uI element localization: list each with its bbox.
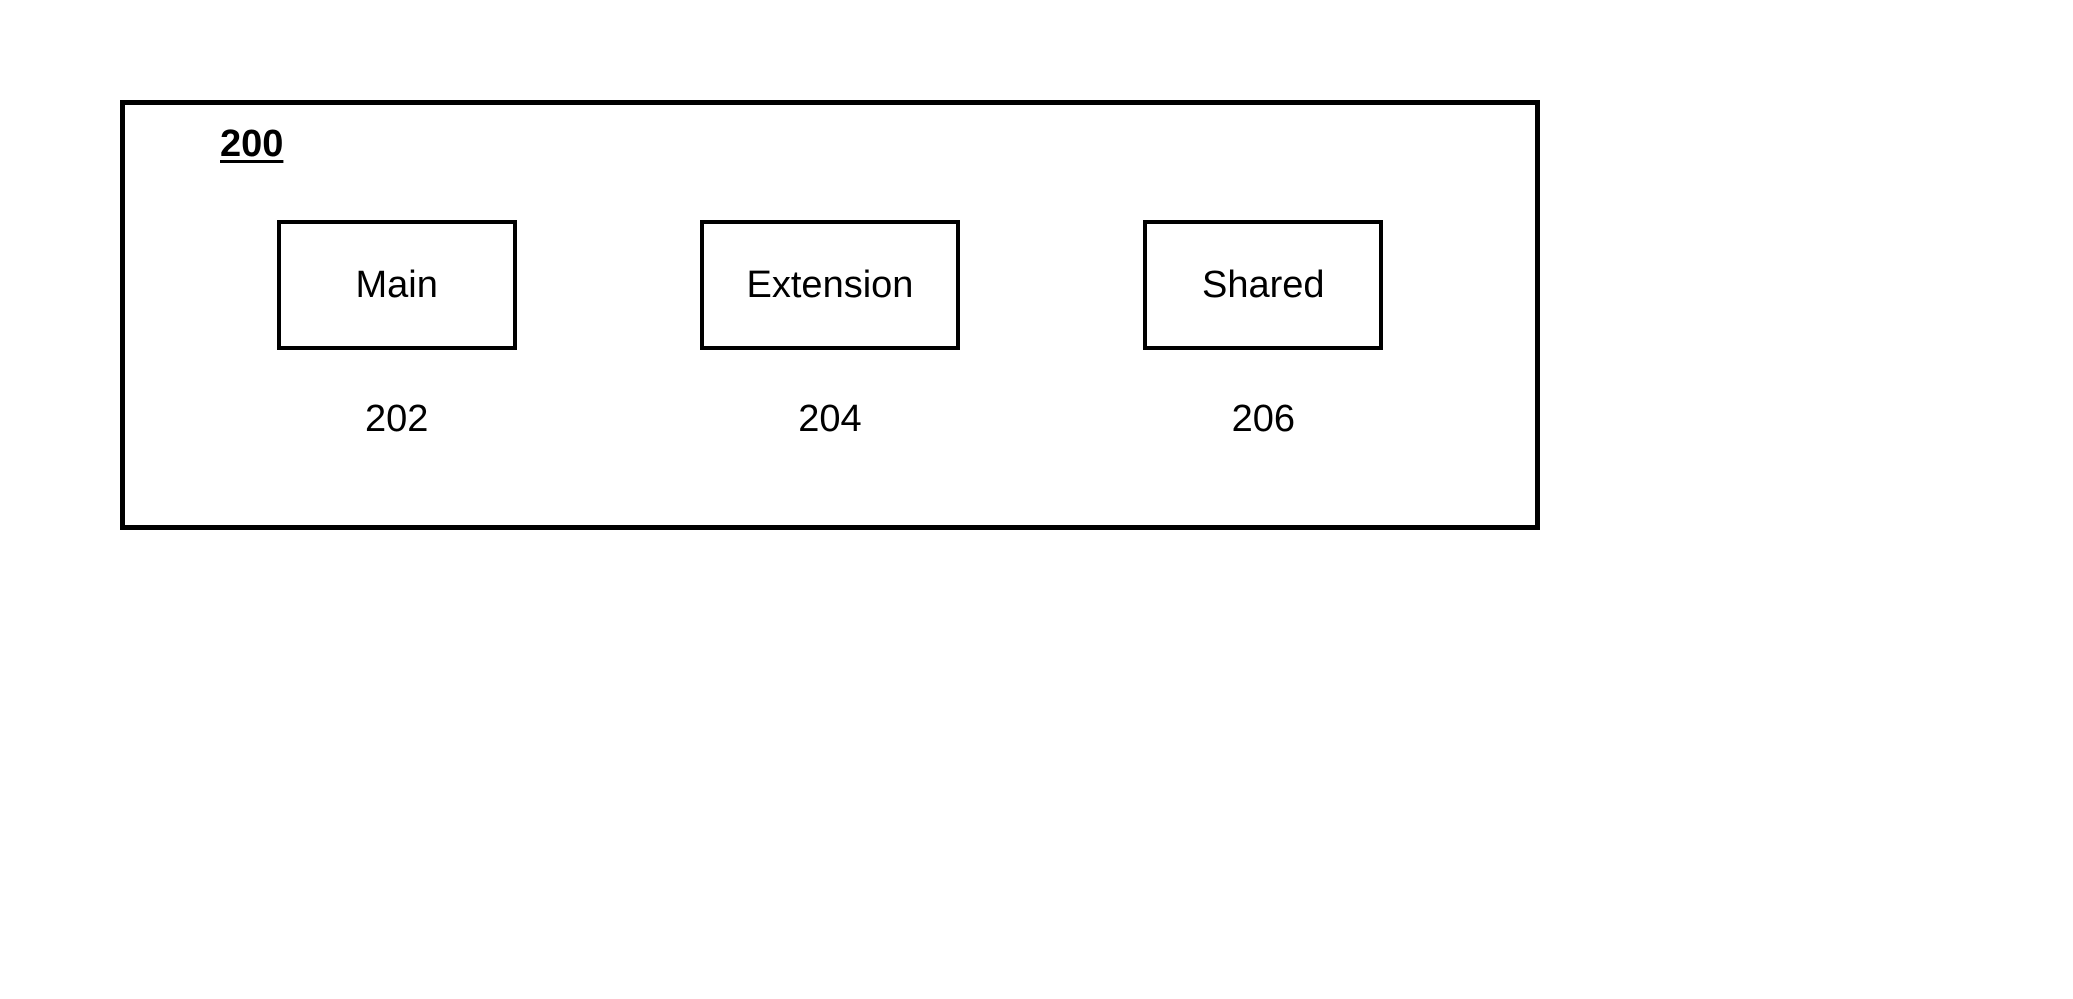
block-extension: Extension <box>700 220 960 350</box>
block-column: Extension 204 <box>700 220 960 441</box>
block-row: Main 202 Extension 204 Shared 206 <box>125 220 1535 441</box>
figure-number: 200 <box>220 123 283 166</box>
block-shared: Shared <box>1143 220 1383 350</box>
block-main: Main <box>277 220 517 350</box>
diagram-container: 200 Main 202 Extension 204 Shared 206 <box>120 100 1540 530</box>
block-column: Main 202 <box>277 220 517 441</box>
block-ref: 202 <box>365 398 428 441</box>
block-column: Shared 206 <box>1143 220 1383 441</box>
block-ref: 204 <box>798 398 861 441</box>
block-ref: 206 <box>1232 398 1295 441</box>
